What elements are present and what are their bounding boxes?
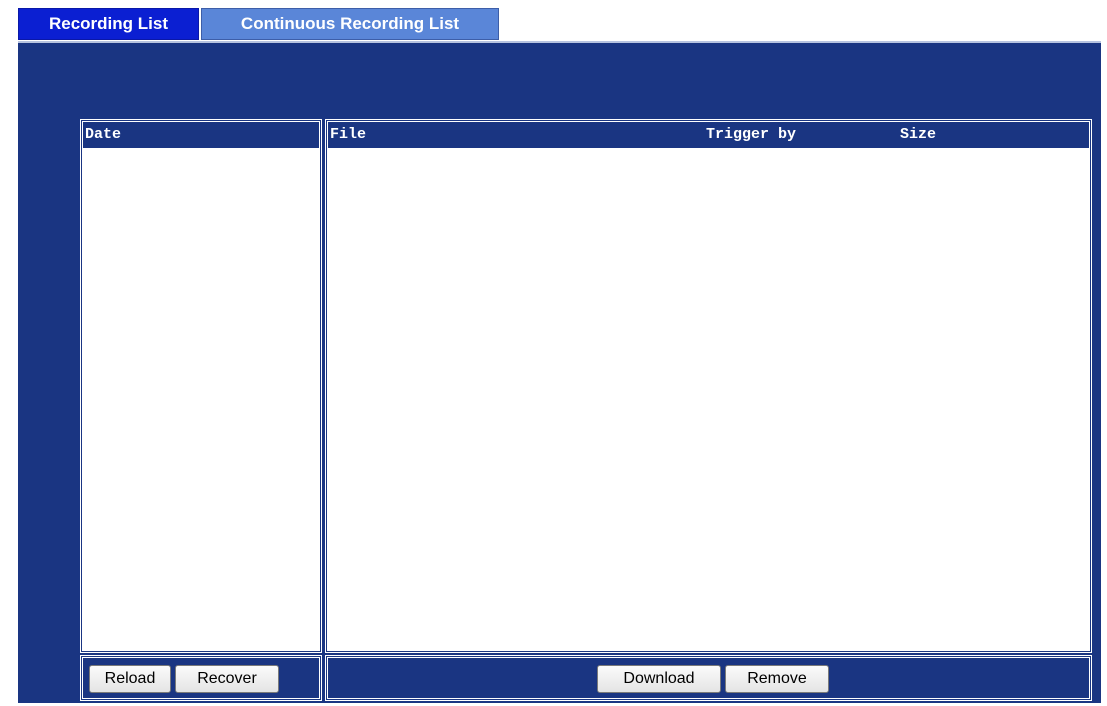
download-button[interactable]: Download [597,665,721,693]
recording-panel: Date File Trigger by Size Reload Recover… [18,43,1101,703]
date-list-header: Date [83,122,319,150]
tab-continuous-recording-list[interactable]: Continuous Recording List [201,8,499,40]
date-actions-bar: Reload Recover [80,655,322,701]
file-list-frame: File Trigger by Size [325,119,1092,653]
date-column-header: Date [85,126,122,143]
remove-button[interactable]: Remove [725,665,829,693]
date-list[interactable] [83,150,319,650]
recover-button[interactable]: Recover [175,665,279,693]
trigger-by-column-header: Trigger by [706,126,797,143]
tab-bar: Recording List Continuous Recording List [18,8,499,40]
reload-button[interactable]: Reload [89,665,171,693]
file-actions-bar: Download Remove [325,655,1092,701]
tab-recording-list[interactable]: Recording List [18,8,199,40]
date-list-frame: Date [80,119,322,653]
file-column-header: File [330,126,367,143]
file-list-header: File Trigger by Size [328,122,1089,150]
file-list[interactable] [328,150,1089,650]
size-column-header: Size [900,126,937,143]
